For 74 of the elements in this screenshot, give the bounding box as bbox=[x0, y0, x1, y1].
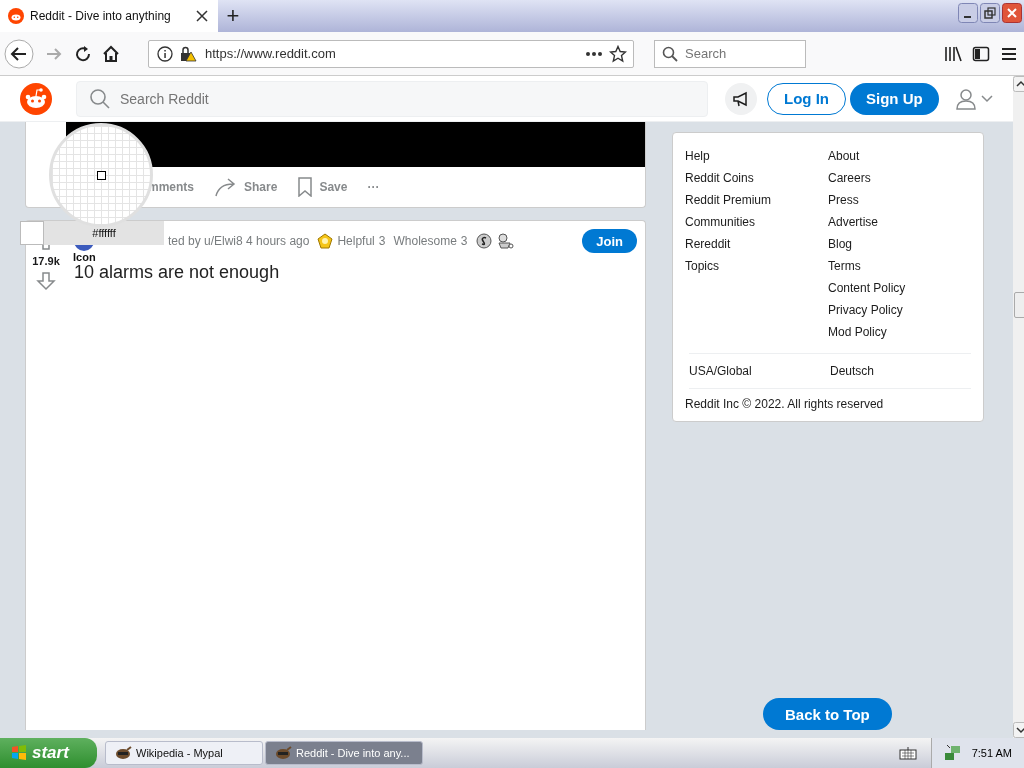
user-icon bbox=[954, 87, 977, 110]
user-menu[interactable] bbox=[954, 87, 993, 110]
footer-link[interactable]: Rereddit bbox=[685, 233, 828, 255]
tooltip-text: Icon bbox=[73, 251, 96, 263]
award-count: 3 bbox=[378, 234, 386, 248]
search-icon bbox=[89, 87, 111, 110]
close-button[interactable] bbox=[1002, 3, 1022, 23]
more-button[interactable]: ··· bbox=[367, 180, 380, 194]
lock-warning-icon bbox=[179, 45, 197, 62]
language-link[interactable]: Deutsch bbox=[830, 360, 971, 382]
post-title: 10 alarms are not enough bbox=[74, 262, 281, 282]
sidebar-icon[interactable] bbox=[972, 44, 990, 63]
award-label: Wholesome bbox=[393, 234, 457, 248]
reddit-logo-icon[interactable] bbox=[20, 82, 52, 115]
reddit-logo-icon bbox=[8, 8, 24, 24]
browser-tab[interactable]: Reddit - Dive into anything bbox=[0, 0, 218, 32]
home-icon[interactable] bbox=[102, 44, 120, 63]
coin-icon bbox=[475, 233, 492, 249]
search-icon bbox=[662, 45, 678, 62]
library-icon[interactable] bbox=[944, 44, 962, 63]
footer-link[interactable]: Reddit Coins bbox=[685, 167, 828, 189]
scrollbar-thumb[interactable] bbox=[1013, 292, 1024, 318]
windows-logo-icon bbox=[10, 744, 28, 762]
restore-button[interactable] bbox=[980, 3, 1000, 23]
footer-link[interactable]: Reddit Premium bbox=[685, 189, 828, 211]
footer-link[interactable]: Careers bbox=[828, 167, 971, 189]
scroll-down-button[interactable] bbox=[1012, 722, 1024, 738]
back-button[interactable] bbox=[4, 38, 34, 69]
footer-link[interactable]: Privacy Policy bbox=[828, 299, 971, 321]
award-icon bbox=[495, 232, 514, 250]
share-icon bbox=[214, 177, 238, 197]
megaphone-icon bbox=[732, 89, 750, 108]
footer-link[interactable]: Press bbox=[828, 189, 971, 211]
keyboard-icon[interactable] bbox=[898, 746, 917, 760]
footer-link[interactable]: Advertise bbox=[828, 211, 971, 233]
copyright-text: Reddit Inc © 2022. All rights reserved bbox=[685, 396, 885, 411]
clock: 7:51 AM bbox=[971, 747, 1012, 759]
advertise-button[interactable] bbox=[725, 82, 757, 115]
search-field[interactable]: Search bbox=[654, 39, 806, 68]
color-value-tooltip: #ffffff bbox=[44, 221, 164, 245]
footer-link[interactable]: Help bbox=[685, 145, 828, 167]
footer-link[interactable]: Topics bbox=[685, 255, 828, 277]
taskbar-button[interactable]: Reddit - Dive into any... bbox=[265, 741, 423, 765]
signup-button[interactable]: Sign Up bbox=[850, 82, 939, 115]
more-icon bbox=[585, 50, 603, 57]
footer-link[interactable]: Terms bbox=[828, 255, 971, 277]
minimize-button[interactable] bbox=[958, 3, 978, 23]
info-icon bbox=[157, 45, 173, 62]
vote-count: 17.9k bbox=[32, 255, 60, 267]
join-button[interactable]: Join bbox=[582, 229, 637, 253]
footer-link[interactable]: Communities bbox=[685, 211, 828, 233]
address-bar[interactable]: https://www.reddit.com bbox=[148, 39, 634, 68]
language-link[interactable]: USA/Global bbox=[689, 360, 830, 382]
scroll-up-button[interactable] bbox=[1012, 76, 1024, 92]
footer-link[interactable]: About bbox=[828, 145, 971, 167]
reload-icon[interactable] bbox=[74, 44, 92, 63]
back-to-top-button[interactable]: Back to Top bbox=[763, 698, 892, 730]
close-icon bbox=[196, 10, 208, 22]
footer-link[interactable]: Blog bbox=[828, 233, 971, 255]
post-byline: ted by u/Elwi8 4 hours ago bbox=[168, 234, 310, 248]
pixel-cursor bbox=[97, 171, 106, 180]
network-icon[interactable] bbox=[943, 744, 962, 762]
taskbar-button[interactable]: Wikipedia - Mypal bbox=[105, 741, 263, 765]
bookmark-star-icon bbox=[609, 44, 627, 63]
new-tab-button[interactable]: + bbox=[218, 0, 248, 32]
award-count: 3 bbox=[460, 234, 468, 248]
chevron-down-icon bbox=[980, 94, 993, 103]
login-button[interactable]: Log In bbox=[767, 82, 846, 115]
bookmark-icon bbox=[297, 177, 314, 197]
footer-link[interactable]: Content Policy bbox=[828, 277, 971, 299]
downvote-icon[interactable] bbox=[36, 271, 56, 291]
award-label: Helpful bbox=[337, 234, 375, 248]
footer-link[interactable]: Mod Policy bbox=[828, 321, 971, 343]
award-icon bbox=[317, 233, 334, 249]
